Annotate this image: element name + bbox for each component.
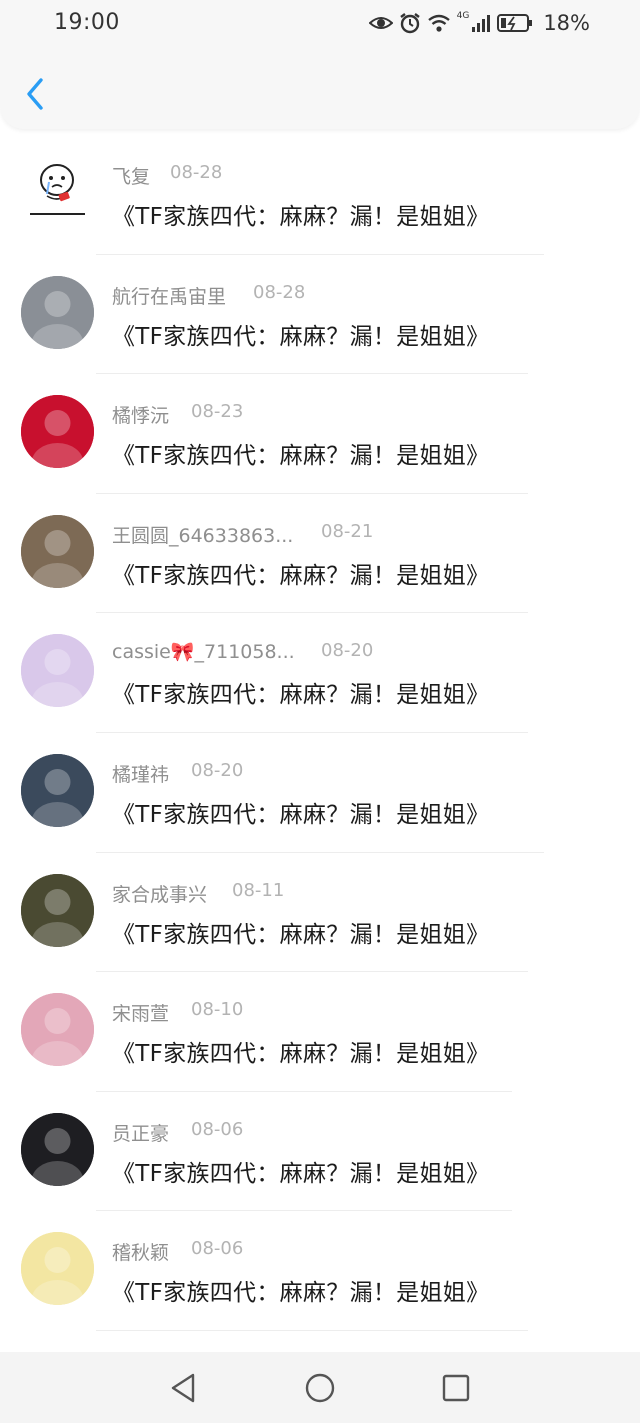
system-back-button[interactable] xyxy=(163,1370,203,1406)
sender-name[interactable]: cassie🎀_711058... xyxy=(112,640,295,663)
message-row[interactable]: 飞复 08-28 《TF家族四代：麻麻？漏！是姐姐》 xyxy=(0,135,640,255)
avatar[interactable] xyxy=(21,395,94,469)
avatar[interactable] xyxy=(21,993,94,1067)
system-navigation-bar xyxy=(0,1352,640,1423)
back-button[interactable] xyxy=(18,72,52,116)
user-photo-icon xyxy=(21,873,94,947)
status-time: 19:00 xyxy=(54,10,120,35)
message-date: 08-20 xyxy=(191,759,244,781)
message-date: 08-06 xyxy=(191,1238,244,1260)
chevron-left-icon xyxy=(27,78,43,110)
sender-name[interactable]: 宋雨萱 xyxy=(112,999,169,1026)
sender-name[interactable]: 家合成事兴 xyxy=(112,880,207,907)
message-row[interactable]: 宋雨萱 08-10 《TF家族四代：麻麻？漏！是姐姐》 xyxy=(0,972,640,1092)
message-row[interactable]: 王圆圆_64633863... 08-21 《TF家族四代：麻麻？漏！是姐姐》 xyxy=(0,494,640,614)
header-card: 19:00 4G 18% xyxy=(0,0,640,129)
sender-name[interactable]: 航行在禹宙里 xyxy=(112,282,226,309)
message-title[interactable]: 《TF家族四代：麻麻？漏！是姐姐》 xyxy=(112,317,489,351)
message-title[interactable]: 《TF家族四代：麻麻？漏！是姐姐》 xyxy=(112,675,489,709)
message-row[interactable]: 橘瑾祎 08-20 《TF家族四代：麻麻？漏！是姐姐》 xyxy=(0,733,640,853)
message-title[interactable]: 《TF家族四代：麻麻？漏！是姐姐》 xyxy=(112,795,489,829)
user-photo-icon xyxy=(21,1232,94,1306)
message-date: 08-20 xyxy=(321,640,374,662)
avatar[interactable] xyxy=(21,634,94,708)
eye-comfort-icon xyxy=(368,17,393,29)
nav-bar xyxy=(0,60,640,129)
sender-name[interactable]: 稽秋颖 xyxy=(112,1238,169,1265)
message-title[interactable]: 《TF家族四代：麻麻？漏！是姐姐》 xyxy=(112,1154,489,1188)
sender-name[interactable]: 王圆圆_64633863... xyxy=(112,521,293,548)
avatar[interactable] xyxy=(21,1232,94,1306)
avatar[interactable] xyxy=(21,156,94,229)
user-photo-icon xyxy=(21,395,94,469)
message-title[interactable]: 《TF家族四代：麻麻？漏！是姐姐》 xyxy=(112,556,489,590)
triangle-back-icon xyxy=(171,1373,195,1403)
user-photo-icon xyxy=(21,753,94,827)
battery-icon xyxy=(497,14,533,32)
avatar[interactable] xyxy=(21,514,94,588)
status-icons: 4G 18% xyxy=(368,11,590,35)
message-row[interactable]: 航行在禹宙里 08-28 《TF家族四代：麻麻？漏！是姐姐》 xyxy=(0,255,640,375)
system-home-button[interactable] xyxy=(300,1370,340,1406)
circle-home-icon xyxy=(305,1373,335,1403)
avatar[interactable] xyxy=(21,275,94,349)
signal-icon xyxy=(472,15,491,32)
app-screen: 19:00 4G 18% 飞复 08-28 《TF家族四代：麻麻？漏！是姐姐》 … xyxy=(0,0,640,1423)
message-date: 08-23 xyxy=(191,401,244,423)
avatar[interactable] xyxy=(21,873,94,947)
message-row[interactable]: 家合成事兴 08-11 《TF家族四代：麻麻？漏！是姐姐》 xyxy=(0,853,640,973)
message-date: 08-28 xyxy=(253,281,306,303)
message-date: 08-28 xyxy=(170,162,223,183)
message-title[interactable]: 《TF家族四代：麻麻？漏！是姐姐》 xyxy=(112,915,489,949)
sender-name[interactable]: 橘悸沅 xyxy=(112,401,169,428)
user-photo-icon xyxy=(21,514,94,588)
square-recents-icon xyxy=(442,1374,470,1402)
sender-name[interactable]: 飞复 xyxy=(112,162,150,189)
message-date: 08-11 xyxy=(232,879,285,901)
sender-name[interactable]: 员正豪 xyxy=(112,1119,169,1146)
avatar[interactable] xyxy=(21,1112,94,1186)
status-bar: 19:00 4G 18% xyxy=(0,0,640,48)
message-date: 08-21 xyxy=(321,520,374,542)
user-photo-icon xyxy=(21,1112,94,1186)
message-row[interactable]: 橘悸沅 08-23 《TF家族四代：麻麻？漏！是姐姐》 xyxy=(0,374,640,494)
wifi-icon xyxy=(427,14,450,32)
crying-face-sticker-icon xyxy=(27,164,88,217)
network-type: 4G xyxy=(456,11,470,21)
message-title[interactable]: 《TF家族四代：麻麻？漏！是姐姐》 xyxy=(112,1034,489,1068)
user-photo-icon xyxy=(21,275,94,349)
message-list: 飞复 08-28 《TF家族四代：麻麻？漏！是姐姐》 航行在禹宙里 08-28 《TF家族… xyxy=(0,135,640,1331)
message-date: 08-10 xyxy=(191,999,244,1021)
message-date: 08-06 xyxy=(191,1118,244,1140)
message-row[interactable]: 稽秋颖 08-06 《TF家族四代：麻麻？漏！是姐姐》 xyxy=(0,1211,640,1331)
battery-percent: 18% xyxy=(543,11,590,35)
system-recents-button[interactable] xyxy=(436,1370,476,1406)
avatar[interactable] xyxy=(21,753,94,827)
message-row[interactable]: cassie🎀_711058... 08-20 《TF家族四代：麻麻？漏！是姐姐》 xyxy=(0,613,640,733)
message-row[interactable]: 员正豪 08-06 《TF家族四代：麻麻？漏！是姐姐》 xyxy=(0,1092,640,1212)
sender-name[interactable]: 橘瑾祎 xyxy=(112,760,169,787)
user-photo-icon xyxy=(21,634,94,708)
message-title[interactable]: 《TF家族四代：麻麻？漏！是姐姐》 xyxy=(112,436,489,470)
message-title[interactable]: 《TF家族四代：麻麻？漏！是姐姐》 xyxy=(112,1273,489,1307)
alarm-icon xyxy=(399,13,420,34)
row-divider xyxy=(96,1329,528,1331)
message-title[interactable]: 《TF家族四代：麻麻？漏！是姐姐》 xyxy=(112,197,489,231)
user-photo-icon xyxy=(21,993,94,1067)
